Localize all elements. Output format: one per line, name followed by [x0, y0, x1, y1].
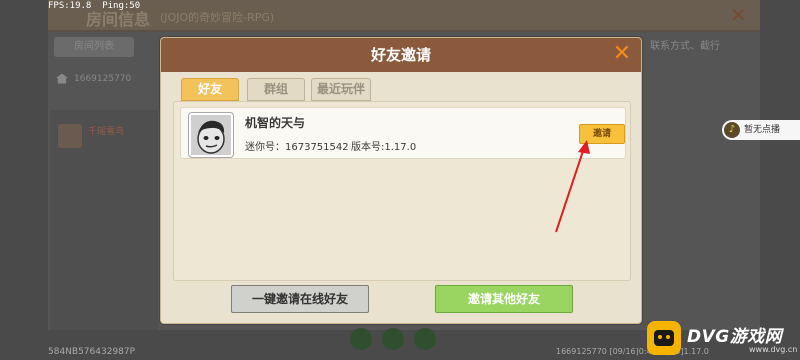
arrow-head — [578, 140, 590, 154]
watermark-title: DVG游戏网 — [687, 327, 783, 347]
watermark-url: www.dvg.cn — [749, 345, 798, 354]
arrow-shaft — [555, 147, 585, 233]
gamepad-logo-icon — [647, 321, 681, 355]
annotation-arrow — [555, 140, 590, 233]
dvg-watermark: DVG游戏网 www.dvg.cn — [645, 318, 798, 358]
